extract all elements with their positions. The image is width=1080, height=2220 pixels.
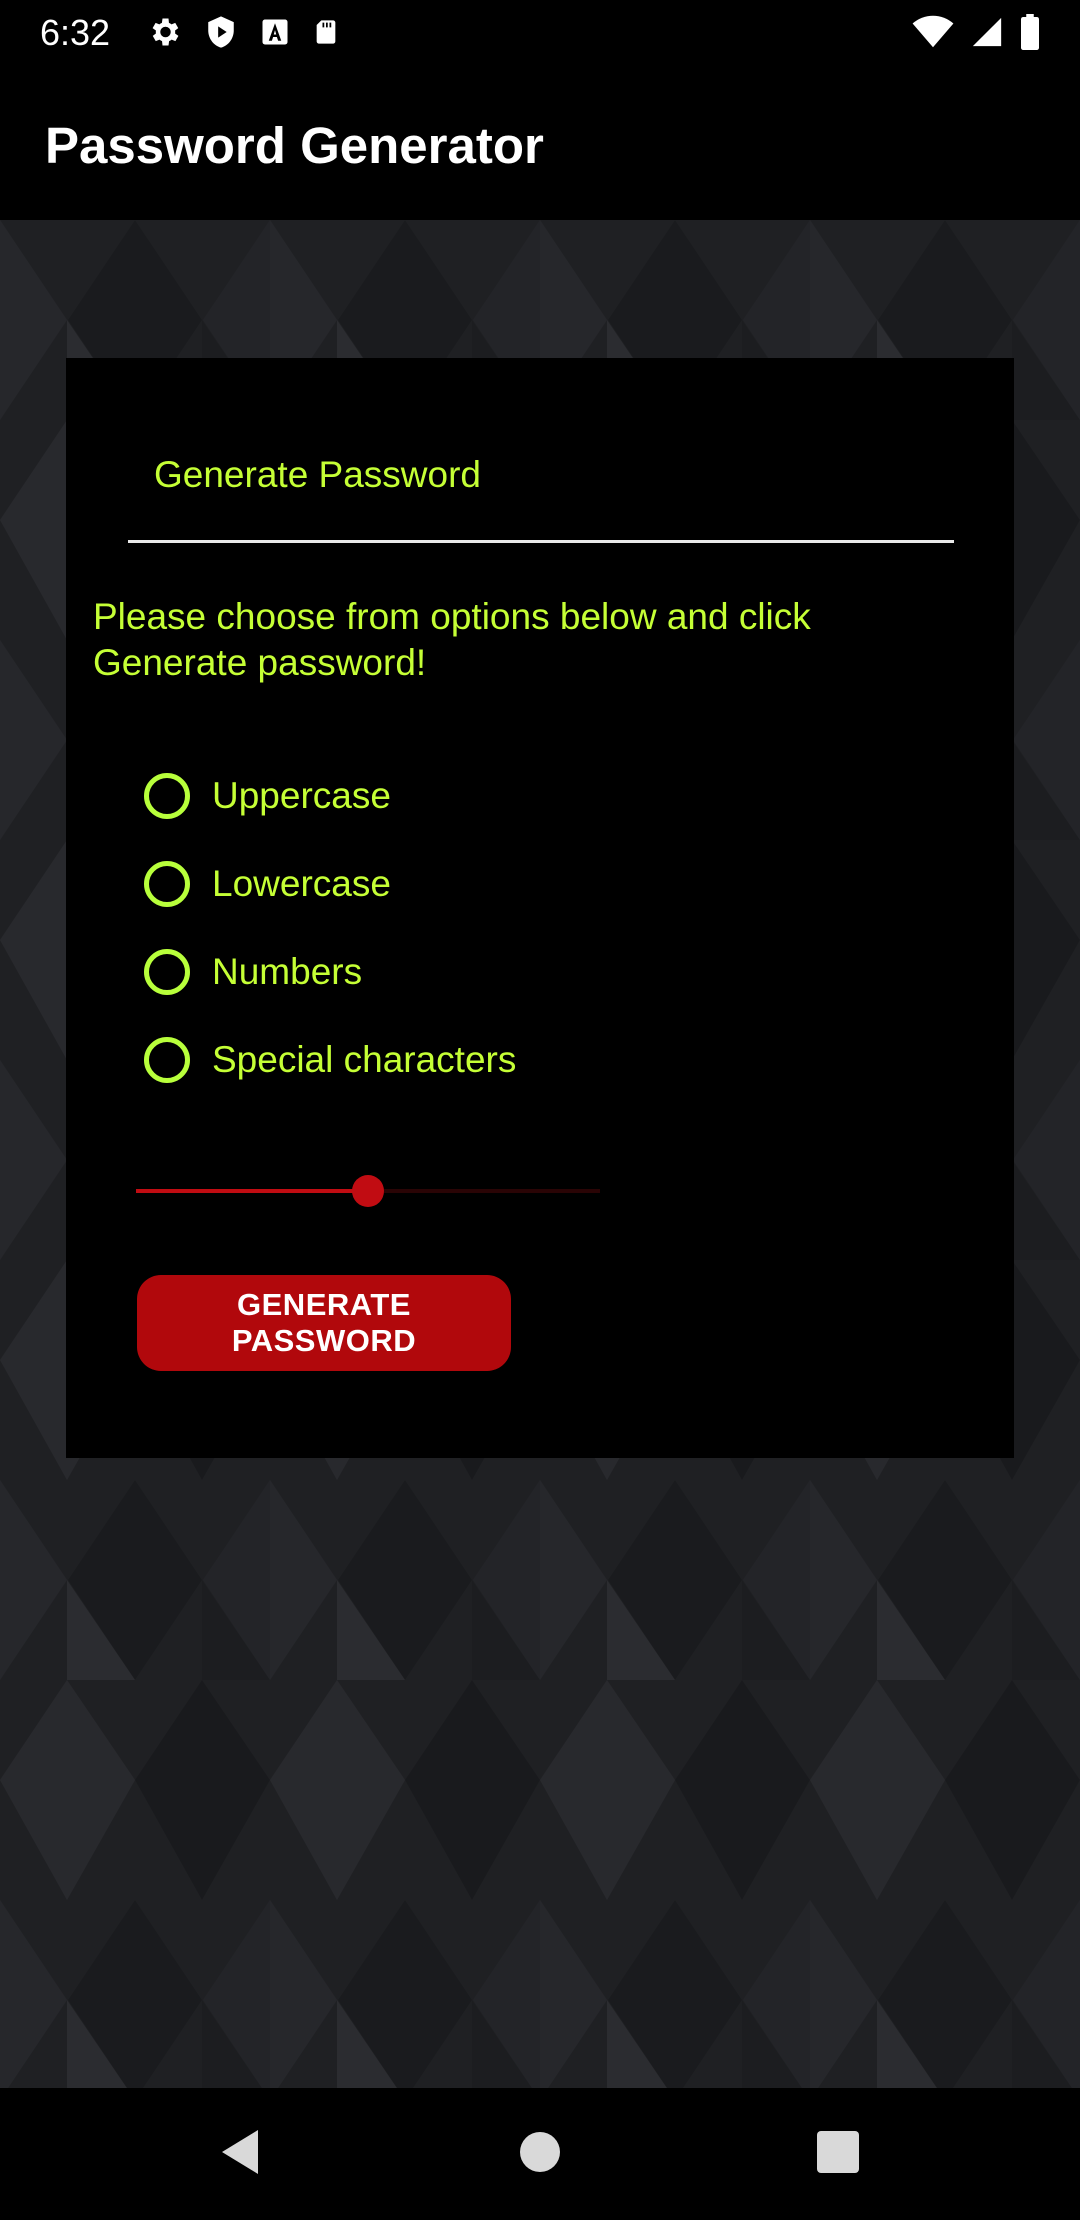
option-numbers[interactable]: Numbers [144, 942, 362, 1002]
special-characters-radio[interactable] [144, 1037, 190, 1083]
card-title: Generate Password [154, 454, 482, 495]
slider-track-inactive [368, 1189, 600, 1193]
home-icon[interactable] [520, 2128, 560, 2181]
option-uppercase[interactable]: Uppercase [144, 766, 391, 826]
lowercase-label: Lowercase [212, 863, 391, 904]
generator-card: Generate Password Please choose from opt… [66, 358, 1014, 1458]
slider-track-active [136, 1189, 368, 1193]
settings-icon [146, 14, 182, 55]
option-special-characters[interactable]: Special characters [144, 1030, 516, 1090]
app-bar: Password Generator [0, 66, 1080, 220]
status-bar: 6:32 [0, 0, 1080, 66]
recents-icon[interactable] [817, 2128, 859, 2181]
option-lowercase[interactable]: Lowercase [144, 854, 391, 914]
status-time: 6:32 [40, 12, 111, 53]
navigation-bar [0, 2088, 1080, 2220]
battery-icon [1020, 14, 1040, 55]
text-a-icon [260, 16, 290, 53]
signal-icon [970, 15, 1004, 54]
numbers-label: Numbers [212, 951, 363, 992]
title-divider [128, 540, 954, 543]
generate-password-button[interactable]: GENERATE PASSWORD [137, 1275, 511, 1371]
app-title: Password Generator [45, 117, 544, 174]
lowercase-radio[interactable] [144, 861, 190, 907]
uppercase-radio[interactable] [144, 773, 190, 819]
back-icon[interactable] [218, 2128, 262, 2181]
special-characters-label: Special characters [212, 1039, 517, 1080]
password-length-slider[interactable] [136, 1175, 600, 1207]
slider-thumb[interactable] [352, 1175, 384, 1207]
shield-icon [204, 14, 238, 55]
sd-card-icon [312, 15, 340, 54]
numbers-radio[interactable] [144, 949, 190, 995]
instructions-text: Please choose from options below and cli… [93, 596, 811, 683]
wifi-icon [912, 15, 954, 54]
uppercase-label: Uppercase [212, 775, 391, 816]
